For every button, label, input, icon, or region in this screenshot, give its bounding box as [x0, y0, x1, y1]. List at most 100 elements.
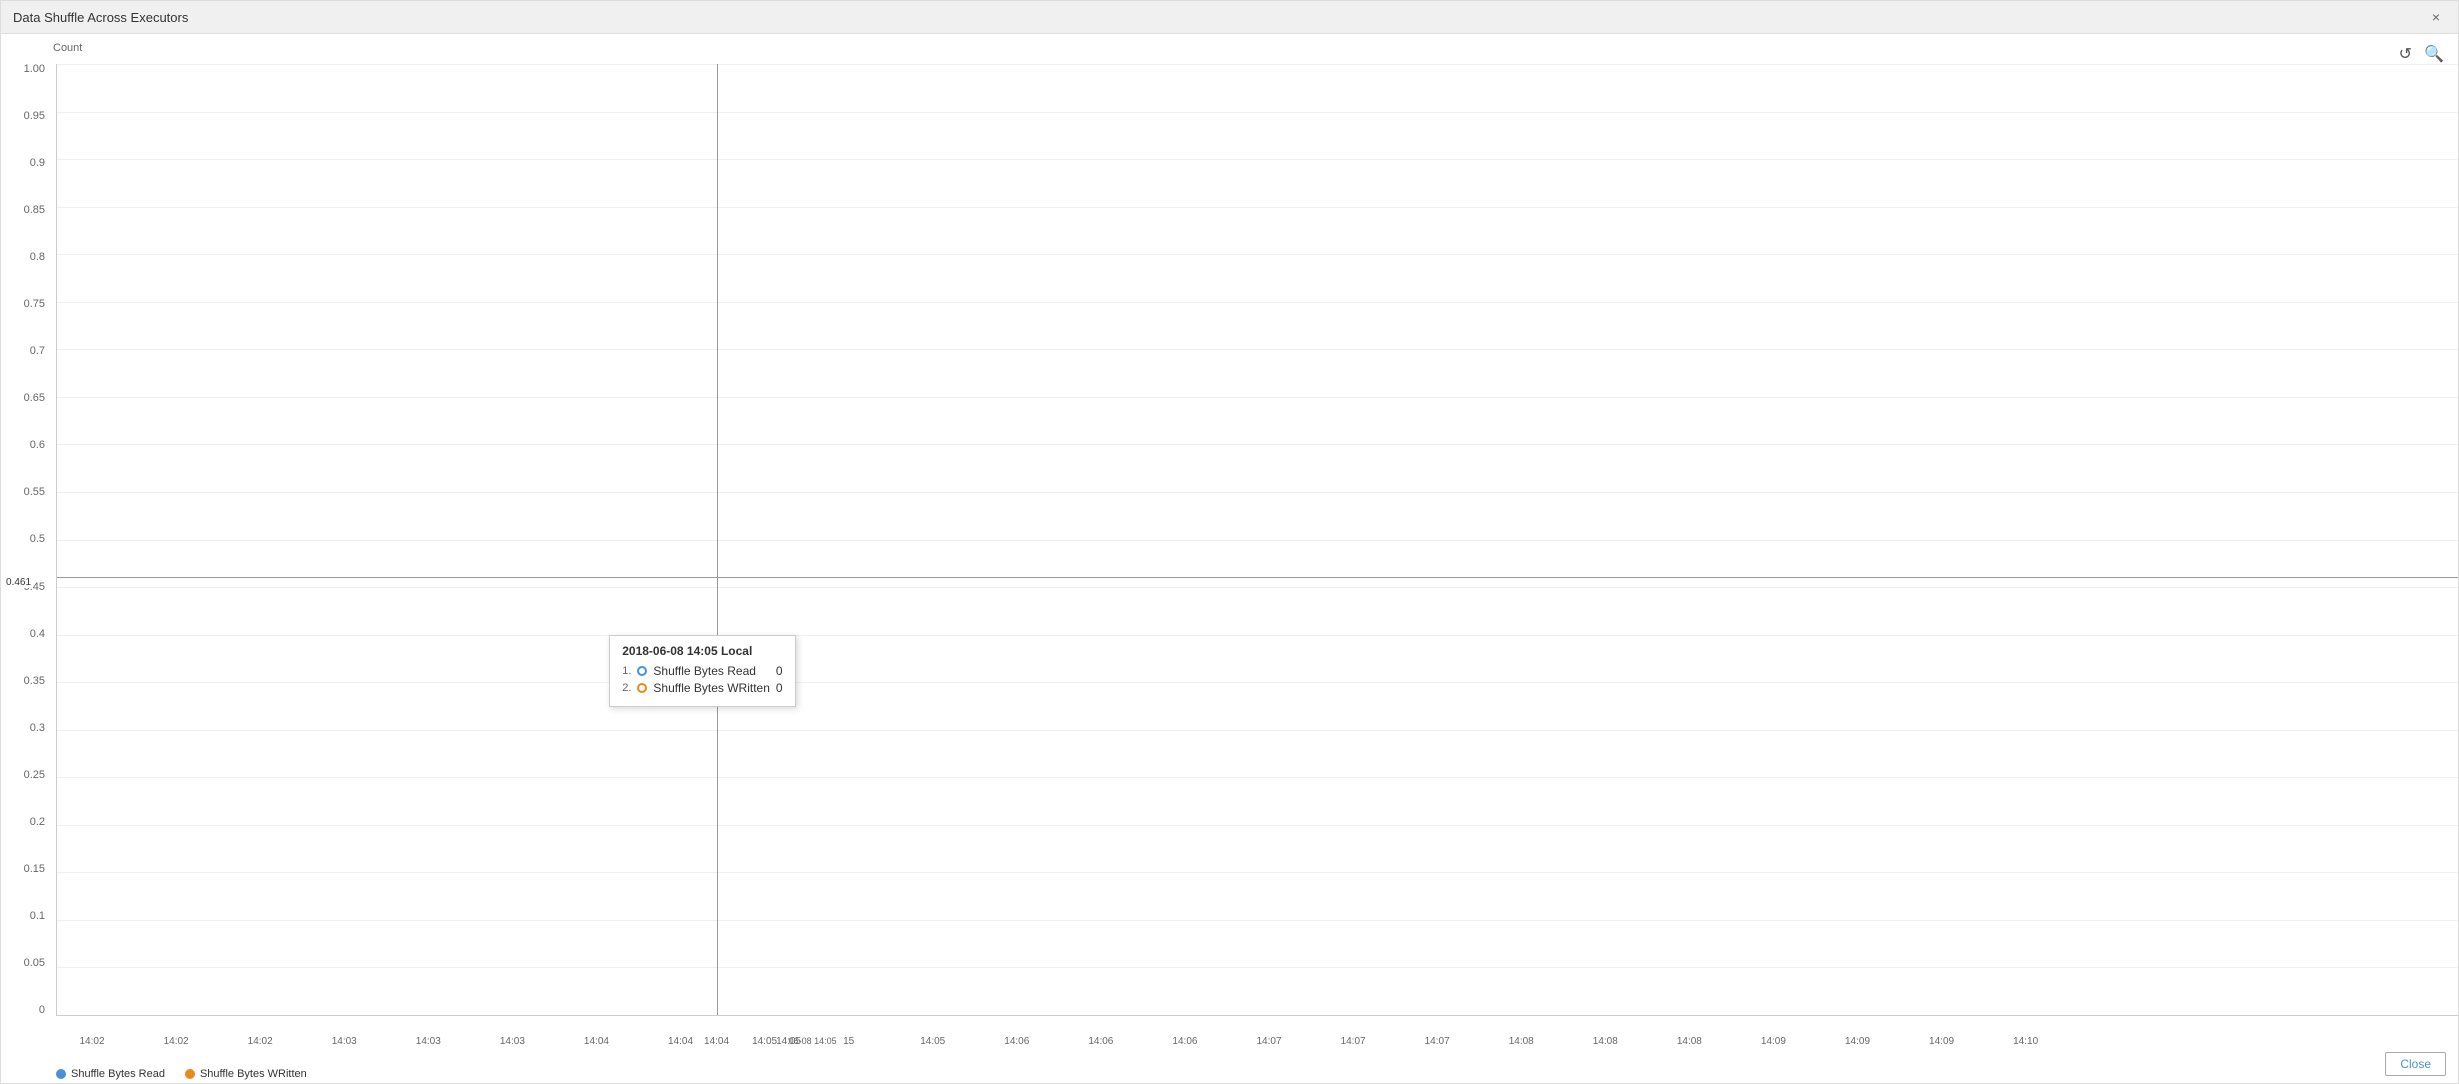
x-tick-5: 14:03	[500, 1036, 525, 1047]
y-label-020: 0.2	[30, 817, 45, 828]
x-tick-9: 15	[843, 1036, 854, 1047]
x-tick-4: 14:03	[416, 1036, 441, 1047]
grid-line-050	[57, 540, 2458, 541]
chart-area: ↺ 🔍 Count 1.00 0.95 0.9 0.85 0.8 0.75 0.…	[1, 34, 2458, 1084]
legend-item-written: Shuffle Bytes WRitten	[185, 1068, 307, 1080]
grid-line-080	[57, 254, 2458, 255]
y-label-090: 0.9	[30, 158, 45, 169]
crosshair-y-label: 0.461	[4, 577, 33, 588]
y-label-040: 0.4	[30, 629, 45, 640]
y-label-065: 0.65	[24, 393, 45, 404]
x-tick-crosshair: 14:04	[704, 1036, 729, 1047]
refresh-button[interactable]: ↺	[2397, 42, 2414, 66]
grid-line-075	[57, 302, 2458, 303]
grid-line-095	[57, 112, 2458, 113]
legend-label-read: Shuffle Bytes Read	[71, 1068, 165, 1080]
grid-line-020	[57, 825, 2458, 826]
chart-title: Data Shuffle Across Executors	[13, 10, 188, 25]
tooltip-row-1: 1. Shuffle Bytes Read 0	[622, 664, 782, 678]
title-close-btn[interactable]: ×	[2426, 7, 2446, 27]
grid-line-025	[57, 777, 2458, 778]
x-tick-2: 14:02	[248, 1036, 273, 1047]
tooltip-dot-blue	[637, 666, 647, 676]
y-axis-title: Count	[53, 42, 82, 54]
legend-dot-written	[185, 1069, 195, 1079]
legend-item-read: Shuffle Bytes Read	[56, 1068, 165, 1080]
tooltip-title: 2018-06-08 14:05 Local	[622, 644, 782, 658]
y-label-025: 0.25	[24, 770, 45, 781]
close-button[interactable]: Close	[2385, 1052, 2446, 1076]
legend-dot-read	[56, 1069, 66, 1079]
y-label-100: 1.00	[24, 64, 45, 75]
grid-line-045	[57, 587, 2458, 588]
x-tick-10: 14:05	[920, 1036, 945, 1047]
toolbar: ↺ 🔍	[2397, 42, 2446, 66]
y-label-010: 0.1	[30, 911, 45, 922]
x-tick-6: 14:04	[584, 1036, 609, 1047]
x-tick-1: 14:02	[164, 1036, 189, 1047]
y-label-005: 0.05	[24, 958, 45, 969]
x-tick-0: 14:02	[80, 1036, 105, 1047]
x-tick-22: 14:09	[1929, 1036, 1954, 1047]
y-label-095: 0.95	[24, 111, 45, 122]
legend-label-written: Shuffle Bytes WRitten	[200, 1068, 307, 1080]
y-label-050: 0.5	[30, 534, 45, 545]
y-label-060: 0.6	[30, 440, 45, 451]
main-container: Data Shuffle Across Executors × ↺ 🔍 Coun…	[0, 0, 2459, 1084]
tooltip: 2018-06-08 14:05 Local 1. Shuffle Bytes …	[609, 635, 795, 707]
grid-line-060	[57, 444, 2458, 445]
tooltip-label-2: Shuffle Bytes WRitten	[653, 681, 770, 695]
tooltip-index-2: 2.	[622, 682, 631, 694]
x-tick-18: 14:08	[1593, 1036, 1618, 1047]
grid-line-100	[57, 64, 2458, 65]
y-label-075: 0.75	[24, 299, 45, 310]
grid-line-015	[57, 872, 2458, 873]
x-tick-11: 14:06	[1004, 1036, 1029, 1047]
crosshair-vertical	[717, 64, 718, 1015]
crosshair-horizontal	[57, 577, 2458, 578]
x-tick-date: 06-08 14:05	[789, 1036, 837, 1046]
y-label-070: 0.7	[30, 346, 45, 357]
grid-line-040	[57, 635, 2458, 636]
tooltip-label-1: Shuffle Bytes Read	[653, 664, 770, 678]
x-tick-21: 14:09	[1845, 1036, 1870, 1047]
x-tick-8: 14:05	[752, 1036, 777, 1047]
x-tick-12: 14:06	[1088, 1036, 1113, 1047]
legend: Shuffle Bytes Read Shuffle Bytes WRitten	[56, 1068, 307, 1080]
x-tick-14: 14:07	[1256, 1036, 1281, 1047]
y-label-015: 0.15	[24, 864, 45, 875]
grid-line-070	[57, 349, 2458, 350]
grid-line-010	[57, 920, 2458, 921]
x-tick-3: 14:03	[332, 1036, 357, 1047]
y-axis: 1.00 0.95 0.9 0.85 0.8 0.75 0.7 0.65 0.6…	[1, 64, 51, 1016]
tooltip-dot-orange	[637, 683, 647, 693]
grid-line-035	[57, 682, 2458, 683]
x-tick-13: 14:06	[1172, 1036, 1197, 1047]
x-tick-16: 14:07	[1425, 1036, 1450, 1047]
grid-line-030	[57, 730, 2458, 731]
x-tick-15: 14:07	[1341, 1036, 1366, 1047]
y-label-085: 0.85	[24, 205, 45, 216]
chart-canvas[interactable]: 2018-06-08 14:05 Local 1. Shuffle Bytes …	[56, 64, 2458, 1016]
tooltip-value-1: 0	[776, 664, 783, 678]
grid-lines	[57, 64, 2458, 1015]
grid-line-065	[57, 397, 2458, 398]
x-tick-23: 14:10	[2013, 1036, 2038, 1047]
grid-line-000	[57, 1015, 2458, 1016]
x-tick-19: 14:08	[1677, 1036, 1702, 1047]
y-label-035: 0.35	[24, 676, 45, 687]
grid-line-005	[57, 967, 2458, 968]
zoom-button[interactable]: 🔍	[2422, 42, 2446, 66]
grid-line-085	[57, 207, 2458, 208]
tooltip-value-2: 0	[776, 681, 783, 695]
y-label-030: 0.3	[30, 723, 45, 734]
y-label-055: 0.55	[24, 487, 45, 498]
x-tick-17: 14:08	[1509, 1036, 1534, 1047]
tooltip-index-1: 1.	[622, 665, 631, 677]
x-tick-7: 14:04	[668, 1036, 693, 1047]
x-axis: 14:02 14:02 14:02 14:03 14:03 14:03 14:0…	[56, 1031, 2458, 1051]
tooltip-row-2: 2. Shuffle Bytes WRitten 0	[622, 681, 782, 695]
x-tick-20: 14:09	[1761, 1036, 1786, 1047]
y-label-080: 0.8	[30, 252, 45, 263]
title-bar: Data Shuffle Across Executors ×	[1, 1, 2458, 34]
